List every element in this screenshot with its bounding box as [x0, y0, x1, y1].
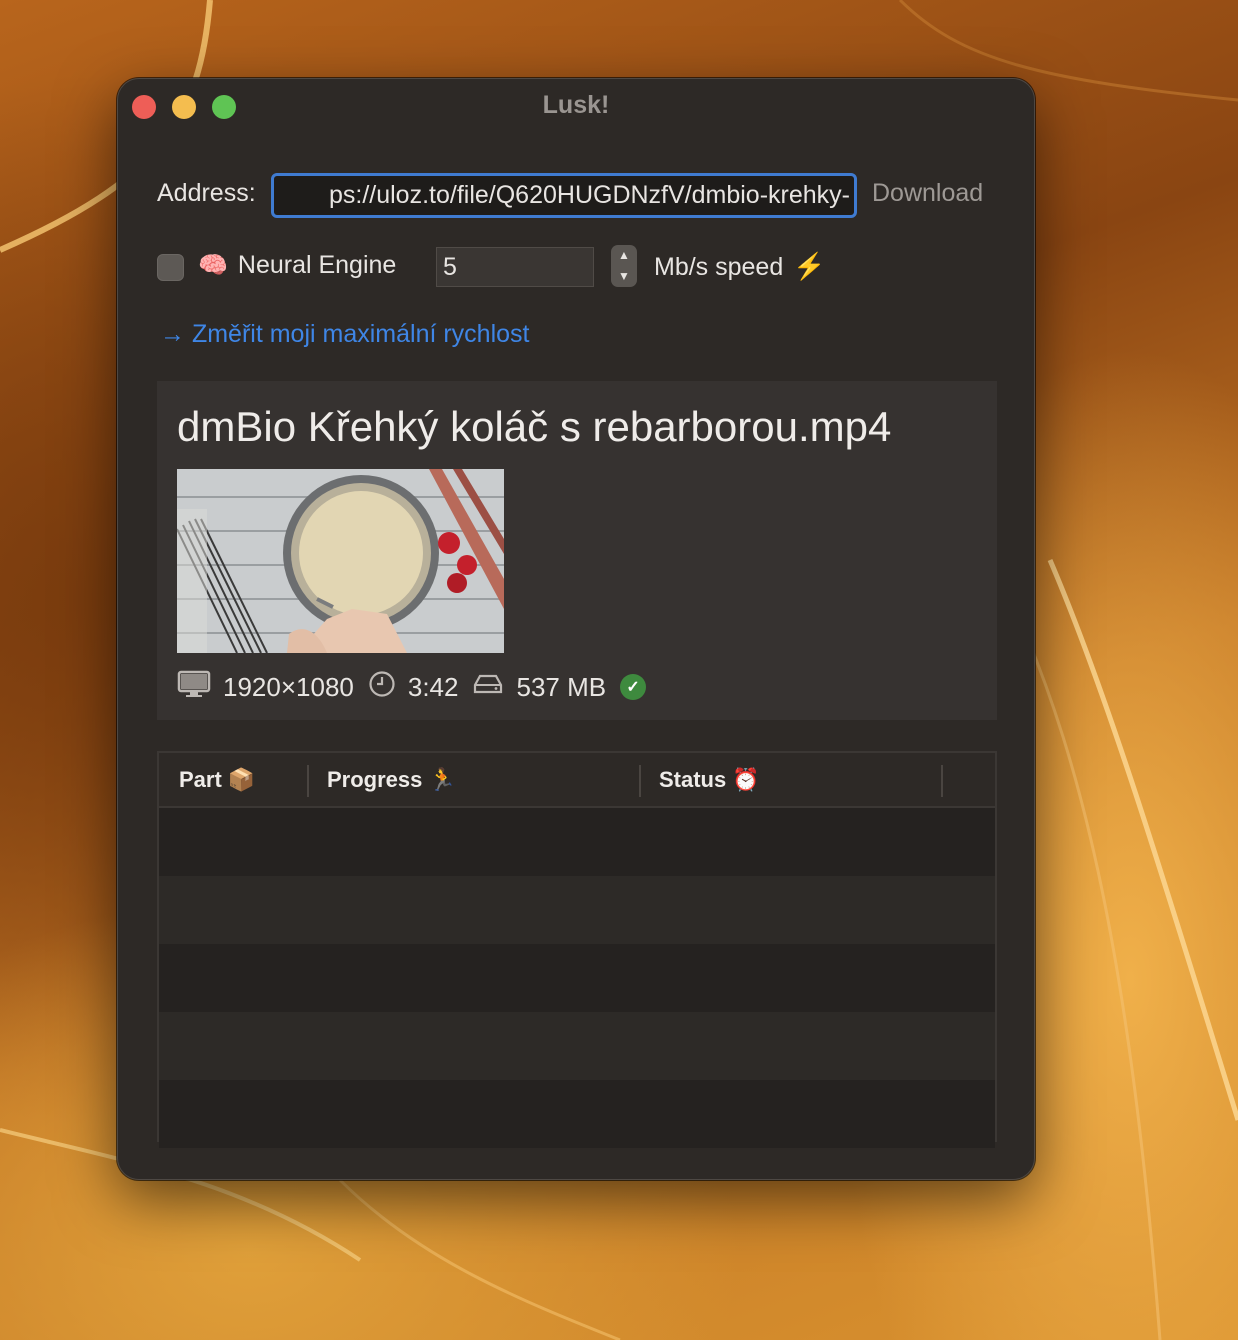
address-input[interactable]: ps://uloz.to/file/Q620HUGDNzfV/dmbio-kre… — [271, 173, 857, 218]
file-info-panel: dmBio Křehký koláč s rebarborou.mp4 1920… — [157, 381, 997, 720]
clock-icon — [368, 670, 396, 705]
verified-check-icon: ✓ — [620, 674, 647, 700]
brain-icon: 🧠 — [198, 252, 228, 279]
column-header-status[interactable]: Status ⏰ — [659, 767, 760, 793]
speed-input[interactable]: 5 — [436, 247, 594, 287]
table-row — [159, 1012, 995, 1080]
file-title: dmBio Křehký koláč s rebarborou.mp4 — [177, 403, 892, 450]
size-value: 537 MB — [516, 671, 607, 702]
speed-stepper[interactable]: ▲ ▼ — [611, 245, 637, 287]
speed-label: Mb/s speed ⚡ — [654, 251, 826, 282]
neural-engine-text: Neural Engine — [237, 251, 397, 279]
address-label: Address: — [157, 179, 256, 207]
video-thumbnail — [177, 469, 504, 653]
title-bar[interactable]: Lusk! — [118, 79, 1034, 135]
neural-engine-label: 🧠 Neural Engine — [198, 251, 396, 280]
table-row — [159, 808, 995, 876]
column-divider[interactable] — [941, 765, 943, 797]
app-window: Lusk! Address: ps://uloz.to/file/Q620HUG… — [117, 78, 1035, 1180]
neural-engine-checkbox[interactable] — [157, 254, 184, 281]
parts-table[interactable]: Part 📦 Progress 🏃 Status ⏰ — [157, 751, 997, 1148]
column-header-part[interactable]: Part 📦 — [179, 767, 255, 793]
chevron-up-icon[interactable]: ▲ — [611, 245, 637, 266]
column-divider[interactable] — [307, 765, 309, 797]
file-meta-row: 1920×1080 3:42 537 MB ✓ — [177, 670, 647, 705]
column-status-label: Status — [659, 767, 727, 792]
resolution-value: 1920×1080 — [223, 671, 354, 702]
runner-icon: 🏃 — [428, 767, 456, 792]
speed-unit-text: Mb/s speed — [654, 253, 784, 281]
table-header: Part 📦 Progress 🏃 Status ⏰ — [159, 753, 995, 808]
column-part-label: Part — [179, 767, 222, 792]
column-divider[interactable] — [639, 765, 641, 797]
column-header-progress[interactable]: Progress 🏃 — [327, 767, 456, 793]
package-icon: 📦 — [227, 767, 256, 792]
display-icon — [177, 670, 211, 705]
window-title: Lusk! — [542, 91, 610, 119]
table-row — [159, 876, 995, 944]
measure-speed-link[interactable]: → Změřit moji maximální rychlost — [160, 320, 530, 349]
lightning-icon: ⚡ — [793, 251, 826, 281]
table-row — [159, 1080, 995, 1148]
address-input-value: ps://uloz.to/file/Q620HUGDNzfV/dmbio-kre… — [328, 181, 850, 209]
alarm-clock-icon: ⏰ — [732, 767, 760, 792]
chevron-down-icon[interactable]: ▼ — [611, 266, 637, 287]
column-progress-label: Progress — [327, 767, 423, 792]
download-button[interactable]: Download — [872, 179, 983, 208]
disk-icon — [472, 672, 504, 703]
duration-value: 3:42 — [407, 671, 459, 702]
table-row — [159, 944, 995, 1012]
